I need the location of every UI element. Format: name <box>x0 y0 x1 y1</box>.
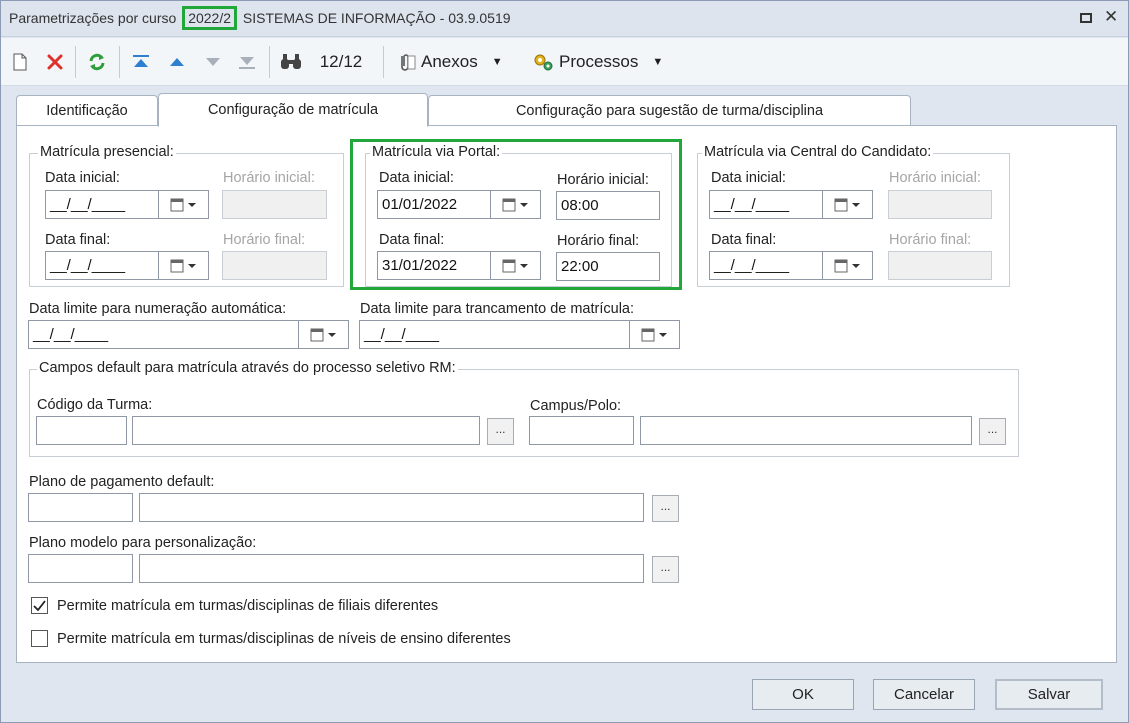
central-legend: Matrícula via Central do Candidato: <box>702 144 934 160</box>
checkbox-filiais-label[interactable]: Permite matrícula em turmas/disciplinas … <box>57 598 438 614</box>
model-plan-lookup-button[interactable]: ... <box>652 556 679 583</box>
toolbar: 12/12 Anexos ▼ Processos ▼ <box>1 38 1128 86</box>
calendar-icon <box>170 198 196 211</box>
calendar-dropdown-button[interactable] <box>159 190 209 219</box>
title-prefix: Parametrizações por curso <box>9 10 177 26</box>
next-record-icon <box>201 49 225 75</box>
central-start-time-label: Horário inicial: <box>889 170 981 186</box>
gears-icon <box>534 54 553 71</box>
class-name-input[interactable] <box>132 416 480 445</box>
presencial-end-time-label: Horário final: <box>223 232 306 248</box>
toolbar-separator <box>383 46 384 78</box>
presencial-end-date-input[interactable]: __/__/____ <box>45 251 159 280</box>
class-code-input[interactable] <box>36 416 127 445</box>
calendar-dropdown-button[interactable] <box>299 320 349 349</box>
paperclip-icon <box>401 54 416 71</box>
dialog-window: Parametrizações por curso 2022/2 SISTEMA… <box>0 0 1129 723</box>
lock-limit-label: Data limite para trancamento de matrícul… <box>360 301 635 317</box>
ok-button[interactable]: OK <box>752 679 854 710</box>
processes-button[interactable]: Processos ▼ <box>531 49 681 75</box>
presencial-legend: Matrícula presencial: <box>38 144 176 160</box>
refresh-icon[interactable] <box>85 49 109 75</box>
class-code-label: Código da Turma: <box>37 397 153 413</box>
class-lookup-button[interactable]: ... <box>487 418 514 445</box>
payment-plan-name-input[interactable] <box>139 493 644 522</box>
central-end-date-label: Data final: <box>711 232 777 248</box>
calendar-dropdown-button[interactable] <box>159 251 209 280</box>
chevron-down-icon: ▼ <box>652 56 664 68</box>
chevron-down-icon: ▼ <box>491 56 503 68</box>
toolbar-separator <box>119 46 120 78</box>
presencial-start-date-label: Data inicial: <box>45 170 120 186</box>
toolbar-separator <box>269 46 270 78</box>
auto-number-limit-input[interactable]: __/__/____ <box>28 320 299 349</box>
record-counter: 12/12 <box>319 52 363 71</box>
tab-configuracao-matricula[interactable]: Configuração de matrícula <box>158 93 428 127</box>
central-end-date-input[interactable]: __/__/____ <box>709 251 823 280</box>
presencial-start-date-input[interactable]: __/__/____ <box>45 190 159 219</box>
central-start-date-label: Data inicial: <box>711 170 786 186</box>
calendar-dropdown-button[interactable] <box>823 190 873 219</box>
attachments-button[interactable]: Anexos ▼ <box>395 49 519 75</box>
auto-number-limit-label: Data limite para numeração automática: <box>29 301 287 317</box>
binoculars-icon[interactable] <box>279 49 303 75</box>
checkmark-icon <box>33 600 46 611</box>
central-end-time-input <box>888 251 992 280</box>
processes-label: Processos <box>559 52 639 71</box>
title-period: 2022/2 <box>182 6 238 30</box>
last-record-icon <box>235 49 259 75</box>
calendar-dropdown-button[interactable] <box>630 320 680 349</box>
central-start-date-input[interactable]: __/__/____ <box>709 190 823 219</box>
tab-label: Identificação <box>46 103 128 119</box>
maximize-icon[interactable] <box>1080 10 1092 26</box>
central-end-time-label: Horário final: <box>889 232 972 248</box>
model-plan-name-input[interactable] <box>139 554 644 583</box>
save-button[interactable]: Salvar <box>995 679 1103 710</box>
model-plan-code-input[interactable] <box>28 554 133 583</box>
campus-lookup-button[interactable]: ... <box>979 418 1006 445</box>
calendar-dropdown-button[interactable] <box>823 251 873 280</box>
calendar-icon <box>834 259 860 272</box>
toolbar-separator <box>75 46 76 78</box>
tab-label: Configuração de matrícula <box>207 102 379 118</box>
central-start-time-input <box>888 190 992 219</box>
delete-icon[interactable] <box>43 49 67 75</box>
title-bar: Parametrizações por curso 2022/2 SISTEMA… <box>1 1 1128 37</box>
portal-highlight <box>350 139 682 290</box>
tab-identificacao[interactable]: Identificação <box>16 95 158 126</box>
first-record-icon[interactable] <box>129 49 153 75</box>
checkbox-filiais[interactable] <box>31 597 48 614</box>
calendar-icon <box>641 328 667 341</box>
presencial-start-time-label: Horário inicial: <box>223 170 315 186</box>
checkbox-niveis-label[interactable]: Permite matrícula em turmas/disciplinas … <box>57 631 511 647</box>
previous-record-icon[interactable] <box>165 49 189 75</box>
payment-plan-code-input[interactable] <box>28 493 133 522</box>
tab-label: Configuração para sugestão de turma/disc… <box>515 103 824 119</box>
calendar-icon <box>834 198 860 211</box>
default-fields-legend: Campos default para matrícula através do… <box>37 360 458 376</box>
campus-label: Campus/Polo: <box>530 398 622 414</box>
campus-name-input[interactable] <box>640 416 972 445</box>
calendar-icon <box>310 328 336 341</box>
window-title: Parametrizações por curso 2022/2 SISTEMA… <box>9 6 511 30</box>
presencial-end-date-label: Data final: <box>45 232 111 248</box>
payment-plan-lookup-button[interactable]: ... <box>652 495 679 522</box>
tab-sugestao-turma[interactable]: Configuração para sugestão de turma/disc… <box>428 95 911 126</box>
lock-limit-input[interactable]: __/__/____ <box>359 320 630 349</box>
calendar-icon <box>170 259 196 272</box>
model-plan-label: Plano modelo para personalização: <box>29 535 257 551</box>
cancel-button[interactable]: Cancelar <box>873 679 975 710</box>
checkbox-niveis[interactable] <box>31 630 48 647</box>
payment-plan-label: Plano de pagamento default: <box>29 474 215 490</box>
campus-code-input[interactable] <box>529 416 634 445</box>
presencial-start-time-input <box>222 190 327 219</box>
new-record-icon[interactable] <box>9 49 31 75</box>
close-icon[interactable]: ✕ <box>1104 7 1118 27</box>
attachments-label: Anexos <box>421 52 478 71</box>
title-course: SISTEMAS DE INFORMAÇÃO - 03.9.0519 <box>242 10 511 26</box>
presencial-end-time-input <box>222 251 327 280</box>
